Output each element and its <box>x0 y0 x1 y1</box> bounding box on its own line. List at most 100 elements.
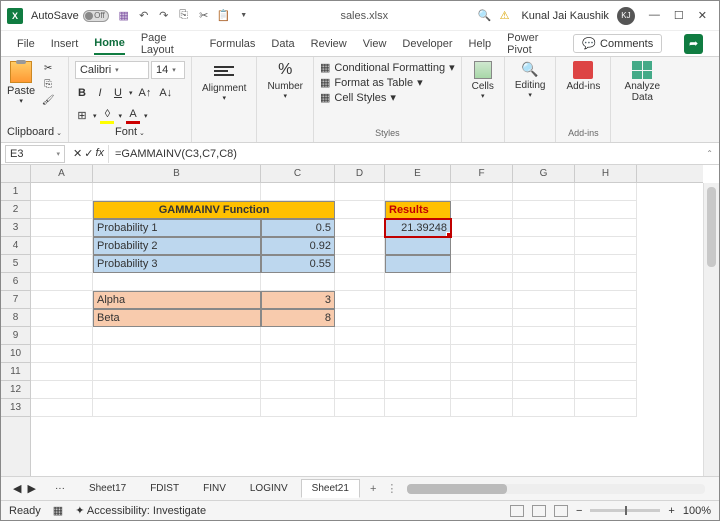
accessibility-status[interactable]: ✦ Accessibility: Investigate <box>75 504 206 517</box>
maximize-icon[interactable]: ☐ <box>674 9 684 22</box>
horizontal-scrollbar[interactable] <box>407 484 705 494</box>
tab-insert[interactable]: Insert <box>51 34 79 54</box>
formula-input[interactable]: =GAMMAINV(C3,C7,C8) <box>108 145 700 163</box>
select-all-corner[interactable] <box>1 165 31 183</box>
paste-icon[interactable]: 📋 <box>217 9 231 23</box>
cell-E5[interactable] <box>385 255 451 273</box>
sheet-tab-fdist[interactable]: FDIST <box>139 479 190 498</box>
increase-font-button[interactable]: A↑ <box>136 86 153 100</box>
add-sheet-button[interactable]: + <box>362 483 384 495</box>
row-6[interactable]: 6 <box>1 273 30 291</box>
vertical-scrollbar[interactable] <box>703 183 719 476</box>
cell-B5[interactable]: Probability 3 <box>93 255 261 273</box>
tab-nav-prev-icon[interactable]: ◀ <box>13 482 21 495</box>
col-C[interactable]: C <box>261 165 335 182</box>
zoom-level[interactable]: 100% <box>683 505 711 517</box>
sheet-tab-finv[interactable]: FINV <box>192 479 237 498</box>
alignment-button[interactable]: Alignment▾ <box>198 61 250 102</box>
italic-button[interactable]: I <box>93 86 107 100</box>
cell-C8[interactable]: 8 <box>261 309 335 327</box>
font-size-select[interactable]: 14▾ <box>151 61 185 79</box>
tab-file[interactable]: File <box>17 34 35 54</box>
decrease-font-button[interactable]: A↓ <box>157 86 174 100</box>
analyze-data-button[interactable]: Analyze Data <box>617 61 667 103</box>
sheet-tab-loginv[interactable]: LOGINV <box>239 479 299 498</box>
close-icon[interactable]: ✕ <box>698 9 707 22</box>
editing-button[interactable]: 🔍 Editing▾ <box>511 61 550 99</box>
zoom-in-icon[interactable]: + <box>668 505 674 517</box>
paste-button[interactable]: Paste ▾ <box>7 61 35 105</box>
sheet-tab-sheet17[interactable]: Sheet17 <box>78 479 137 498</box>
name-box[interactable]: E3▾ <box>5 145 65 163</box>
copy-button[interactable]: ⎘ <box>39 77 57 91</box>
cell-E2[interactable]: Results <box>385 201 451 219</box>
file-name[interactable]: sales.xlsx <box>259 10 470 22</box>
toggle-switch[interactable]: Off <box>83 10 109 22</box>
cell-grid[interactable]: GAMMAINV Function Results Probability 10.… <box>31 183 703 476</box>
cell-C7[interactable]: 3 <box>261 291 335 309</box>
user-name[interactable]: Kunal Jai Kaushik <box>521 10 608 22</box>
tab-help[interactable]: Help <box>469 34 492 54</box>
tab-review[interactable]: Review <box>311 34 347 54</box>
row-12[interactable]: 12 <box>1 381 30 399</box>
tab-data[interactable]: Data <box>271 34 294 54</box>
row-11[interactable]: 11 <box>1 363 30 381</box>
redo-icon[interactable]: ↷ <box>157 9 171 23</box>
tab-more[interactable]: ··· <box>44 479 76 498</box>
format-as-table-button[interactable]: ▦ Format as Table ▾ <box>320 76 455 89</box>
cell-B3[interactable]: Probability 1 <box>93 219 261 237</box>
underline-button[interactable]: U <box>111 86 125 100</box>
search-icon[interactable]: 🔍 <box>478 9 492 22</box>
cell-C5[interactable]: 0.55 <box>261 255 335 273</box>
col-H[interactable]: H <box>575 165 637 182</box>
tab-powerpivot[interactable]: Power Pivot <box>507 28 557 60</box>
save-icon[interactable]: ▦ <box>117 9 131 23</box>
row-9[interactable]: 9 <box>1 327 30 345</box>
cell-B7[interactable]: Alpha <box>93 291 261 309</box>
minimize-icon[interactable]: — <box>649 9 660 22</box>
normal-view-icon[interactable] <box>510 505 524 517</box>
expand-formula-icon[interactable]: ⌃ <box>700 149 719 158</box>
cell-styles-button[interactable]: ▦ Cell Styles ▾ <box>320 91 455 104</box>
row-4[interactable]: 4 <box>1 237 30 255</box>
cell-C4[interactable]: 0.92 <box>261 237 335 255</box>
sheet-tab-sheet21[interactable]: Sheet21 <box>301 479 360 498</box>
number-button[interactable]: % Number▾ <box>263 61 307 100</box>
col-E[interactable]: E <box>385 165 451 182</box>
page-break-view-icon[interactable] <box>554 505 568 517</box>
tab-pagelayout[interactable]: Page Layout <box>141 28 194 60</box>
col-G[interactable]: G <box>513 165 575 182</box>
font-color-button[interactable]: A <box>126 107 140 124</box>
share-button[interactable]: ➦ <box>684 34 703 54</box>
row-2[interactable]: 2 <box>1 201 30 219</box>
addins-button[interactable]: Add-ins <box>562 61 604 92</box>
cut-icon[interactable]: ✂ <box>197 9 211 23</box>
tab-formulas[interactable]: Formulas <box>210 34 256 54</box>
zoom-out-icon[interactable]: − <box>576 505 582 517</box>
row-3[interactable]: 3 <box>1 219 30 237</box>
cut-button[interactable]: ✂ <box>39 61 57 75</box>
tab-developer[interactable]: Developer <box>402 34 452 54</box>
cells-button[interactable]: Cells▾ <box>468 61 498 100</box>
macro-icon[interactable]: ▦ <box>53 504 63 517</box>
col-A[interactable]: A <box>31 165 93 182</box>
row-8[interactable]: 8 <box>1 309 30 327</box>
row-5[interactable]: 5 <box>1 255 30 273</box>
conditional-formatting-button[interactable]: ▦ Conditional Formatting ▾ <box>320 61 455 74</box>
dropdown-icon[interactable]: ▼ <box>237 9 251 23</box>
col-B[interactable]: B <box>93 165 261 182</box>
comments-button[interactable]: 💬 Comments <box>573 34 662 53</box>
tab-nav-next-icon[interactable]: ▶ <box>27 482 35 495</box>
copy-icon[interactable]: ⎘ <box>177 9 191 23</box>
zoom-slider[interactable] <box>590 509 660 512</box>
row-10[interactable]: 10 <box>1 345 30 363</box>
col-D[interactable]: D <box>335 165 385 182</box>
cell-B2[interactable]: GAMMAINV Function <box>93 201 335 219</box>
cell-E4[interactable] <box>385 237 451 255</box>
fx-icon[interactable]: fx <box>95 147 104 160</box>
user-avatar[interactable]: KJ <box>617 7 635 25</box>
cell-C3[interactable]: 0.5 <box>261 219 335 237</box>
row-1[interactable]: 1 <box>1 183 30 201</box>
enter-icon[interactable]: ✓ <box>84 147 93 160</box>
autosave-toggle[interactable]: AutoSave Off <box>31 10 109 22</box>
